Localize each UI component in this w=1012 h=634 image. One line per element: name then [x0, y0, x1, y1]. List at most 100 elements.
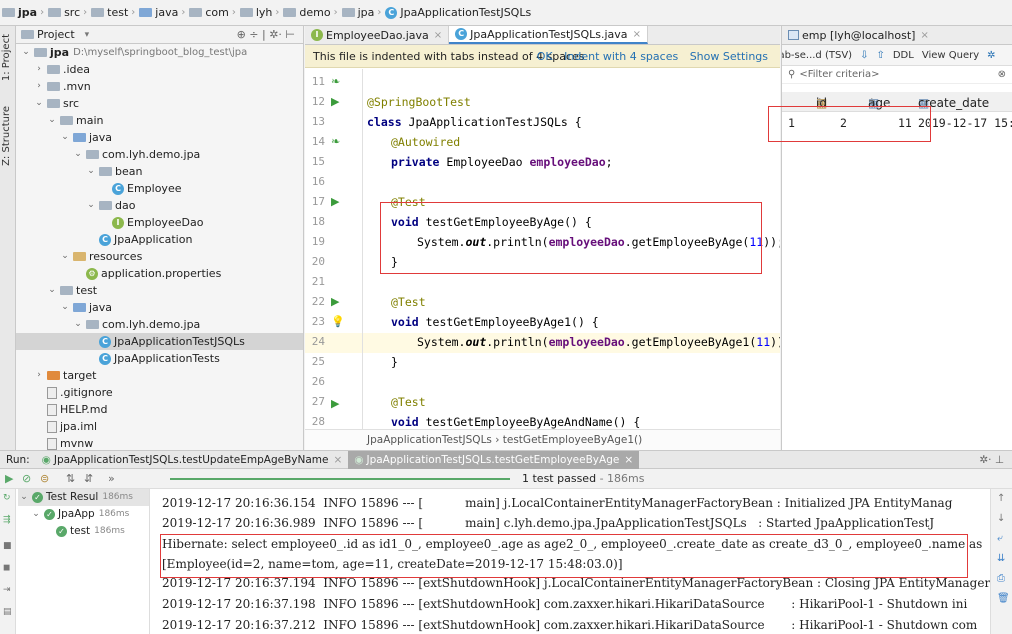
- chevron-right-icon[interactable]: ›: [33, 78, 45, 95]
- chevron-down-icon[interactable]: ⌄: [46, 112, 58, 129]
- test-status: 1 test passed - 186ms: [522, 472, 645, 485]
- tree-item[interactable]: ⌄ bean: [16, 163, 303, 180]
- scroll-up-icon[interactable]: ↑: [997, 493, 1005, 504]
- chevron-down-icon[interactable]: ⌄: [59, 248, 71, 265]
- crumb-com[interactable]: com ›: [189, 6, 240, 19]
- chevron-right-icon[interactable]: ›: [33, 367, 45, 384]
- notice-settings-link[interactable]: Show Settings: [690, 50, 768, 63]
- export-icon[interactable]: ⇩: [860, 50, 868, 61]
- close-icon[interactable]: ×: [434, 30, 442, 41]
- close-icon[interactable]: ×: [633, 29, 641, 40]
- export-format-select[interactable]: Tab-se...d (TSV): [782, 50, 852, 61]
- crumb-demo[interactable]: demo ›: [283, 6, 341, 19]
- chevron-down-icon[interactable]: ⌄: [85, 163, 97, 180]
- notice-ok-link[interactable]: OK: [537, 50, 553, 63]
- gear-icon[interactable]: ✲: [987, 50, 995, 61]
- ddl-button[interactable]: DDL: [893, 50, 914, 61]
- chevron-down-icon[interactable]: ⌄: [33, 95, 45, 112]
- crumb-lyh[interactable]: lyh ›: [239, 6, 284, 19]
- clear-filter-icon[interactable]: ⊗: [998, 69, 1006, 80]
- tree-item[interactable]: › .mvn: [16, 78, 303, 95]
- tree-item[interactable]: C JpaApplication: [16, 231, 303, 248]
- tree-item[interactable]: › target: [16, 367, 303, 384]
- chevron-down-icon[interactable]: ⌄: [20, 44, 32, 61]
- rerun-icon[interactable]: ▶: [5, 472, 13, 485]
- run-tab-update-emp[interactable]: ◉ JpaApplicationTestJSQLs.testUpdateEmpAg…: [36, 451, 349, 469]
- toggle-autotest-icon[interactable]: ⇶: [3, 515, 13, 525]
- cell-create-date[interactable]: 2019-12-17 15:4: [918, 116, 1012, 130]
- tab-jpa-application-test-jsqls[interactable]: C JpaApplicationTestJSQLs.java ×: [449, 26, 648, 44]
- tab-employee-dao[interactable]: I EmployeeDao.java ×: [305, 26, 450, 44]
- tree-item[interactable]: ⌄ dao: [16, 197, 303, 214]
- editor-breadcrumb[interactable]: JpaApplicationTestJSQLs › testGetEmploye…: [305, 429, 780, 450]
- show-ignored-icon[interactable]: ⊜: [40, 472, 49, 485]
- chevron-down-icon[interactable]: ⌄: [72, 146, 84, 163]
- close-icon[interactable]: ×: [624, 454, 633, 466]
- run-left-toolbar: ↻ ⇶ ■ ◼ ⇥ ▤: [0, 489, 16, 634]
- tree-item[interactable]: C JpaApplicationTests: [16, 350, 303, 367]
- rerun-failed-icon[interactable]: ↻: [3, 493, 13, 503]
- import-tests-icon[interactable]: ⇥: [3, 585, 13, 595]
- tree-item[interactable]: ⌄ src: [16, 95, 303, 112]
- tree-item[interactable]: ⌄ main: [16, 112, 303, 129]
- tree-item[interactable]: I EmployeeDao: [16, 214, 303, 231]
- scroll-to-end-icon[interactable]: ⇊: [997, 553, 1005, 564]
- console-output[interactable]: 2019-12-17 20:16:36.154 INFO 15896 --- […: [150, 489, 990, 634]
- soft-wrap-icon[interactable]: ⤶: [997, 533, 1003, 544]
- tree-item[interactable]: ⌄ resources: [16, 248, 303, 265]
- project-tool-tab[interactable]: 1: Project: [1, 34, 12, 81]
- camera-icon[interactable]: ◼: [3, 563, 13, 573]
- dropdown-icon[interactable]: ▾: [85, 30, 90, 40]
- view-query-button[interactable]: View Query: [922, 50, 979, 61]
- project-panel-header[interactable]: Project ▾ ⊕ ÷ | ✲· ⊢: [16, 26, 303, 44]
- scroll-down-icon[interactable]: ↓: [997, 513, 1005, 524]
- tab-emp-table[interactable]: emp [lyh@localhost] ×: [782, 26, 1012, 45]
- tree-item[interactable]: .gitignore: [16, 384, 303, 401]
- tree-item[interactable]: C JpaApplicationTestJSQLs: [16, 333, 303, 350]
- tree-item[interactable]: › .idea: [16, 61, 303, 78]
- chevron-right-icon[interactable]: ›: [33, 61, 45, 78]
- tree-item[interactable]: mvnw: [16, 435, 303, 450]
- tree-item[interactable]: ⌄ jpa D:\myself\springboot_blog_test\jpa: [16, 44, 303, 61]
- tree-item[interactable]: ⚙ application.properties: [16, 265, 303, 282]
- notice-indent-link[interactable]: Indent with 4 spaces: [564, 50, 678, 63]
- crumb-java[interactable]: java ›: [139, 6, 189, 19]
- crumb-jpa[interactable]: jpa ›: [2, 6, 48, 19]
- panel-settings-icons[interactable]: ⊕ ÷ | ✲· ⊢: [237, 28, 295, 41]
- tree-item[interactable]: C Employee: [16, 180, 303, 197]
- tree-item[interactable]: ⌄ java: [16, 129, 303, 146]
- test-results-root[interactable]: ⌄ ✓ Test Resul 186ms: [18, 489, 149, 506]
- sort-alpha-icon[interactable]: ⇅: [66, 472, 75, 485]
- crumb-jpa-package[interactable]: jpa ›: [341, 6, 386, 19]
- chevron-down-icon[interactable]: ⌄: [46, 282, 58, 299]
- tree-item[interactable]: ⌄ com.lyh.demo.jpa: [16, 316, 303, 333]
- tree-item[interactable]: HELP.md: [16, 401, 303, 418]
- more-icon[interactable]: »: [108, 472, 115, 485]
- trash-icon[interactable]: 🗑: [997, 593, 1010, 604]
- chevron-down-icon[interactable]: ⌄: [59, 299, 71, 316]
- tree-item[interactable]: jpa.iml: [16, 418, 303, 435]
- test-method-node[interactable]: ✓ test 186ms: [56, 523, 125, 540]
- layout-icon[interactable]: ▤: [3, 607, 13, 617]
- filter-criteria-input[interactable]: ⚲ <Filter criteria> ⊗: [782, 66, 1012, 84]
- chevron-down-icon[interactable]: ⌄: [85, 197, 97, 214]
- sort-duration-icon[interactable]: ⇵: [84, 472, 93, 485]
- stop-icon[interactable]: ■: [3, 541, 13, 551]
- chevron-down-icon[interactable]: ⌄: [72, 316, 84, 333]
- print-icon[interactable]: ⎙: [997, 573, 1005, 584]
- tree-item[interactable]: ⌄ test: [16, 282, 303, 299]
- crumb-class[interactable]: C JpaApplicationTestJSQLs: [385, 6, 531, 19]
- structure-tool-tab[interactable]: Z: Structure: [1, 106, 12, 166]
- crumb-test[interactable]: test ›: [91, 6, 139, 19]
- crumb-src[interactable]: src ›: [48, 6, 91, 19]
- import-icon[interactable]: ⇧: [876, 50, 884, 61]
- run-settings-icon[interactable]: ✲· ⊥: [979, 454, 1004, 466]
- close-icon[interactable]: ×: [920, 30, 928, 41]
- run-tab-get-employee-by-age[interactable]: ◉ JpaApplicationTestJSQLs.testGetEmployee…: [348, 450, 640, 469]
- tree-item[interactable]: ⌄ java: [16, 299, 303, 316]
- tree-item[interactable]: ⌄ com.lyh.demo.jpa: [16, 146, 303, 163]
- test-class-node[interactable]: ⌄ ✓ JpaApp 186ms: [30, 506, 129, 523]
- close-icon[interactable]: ×: [334, 454, 343, 466]
- show-passed-icon[interactable]: ⊘: [22, 472, 31, 485]
- chevron-down-icon[interactable]: ⌄: [59, 129, 71, 146]
